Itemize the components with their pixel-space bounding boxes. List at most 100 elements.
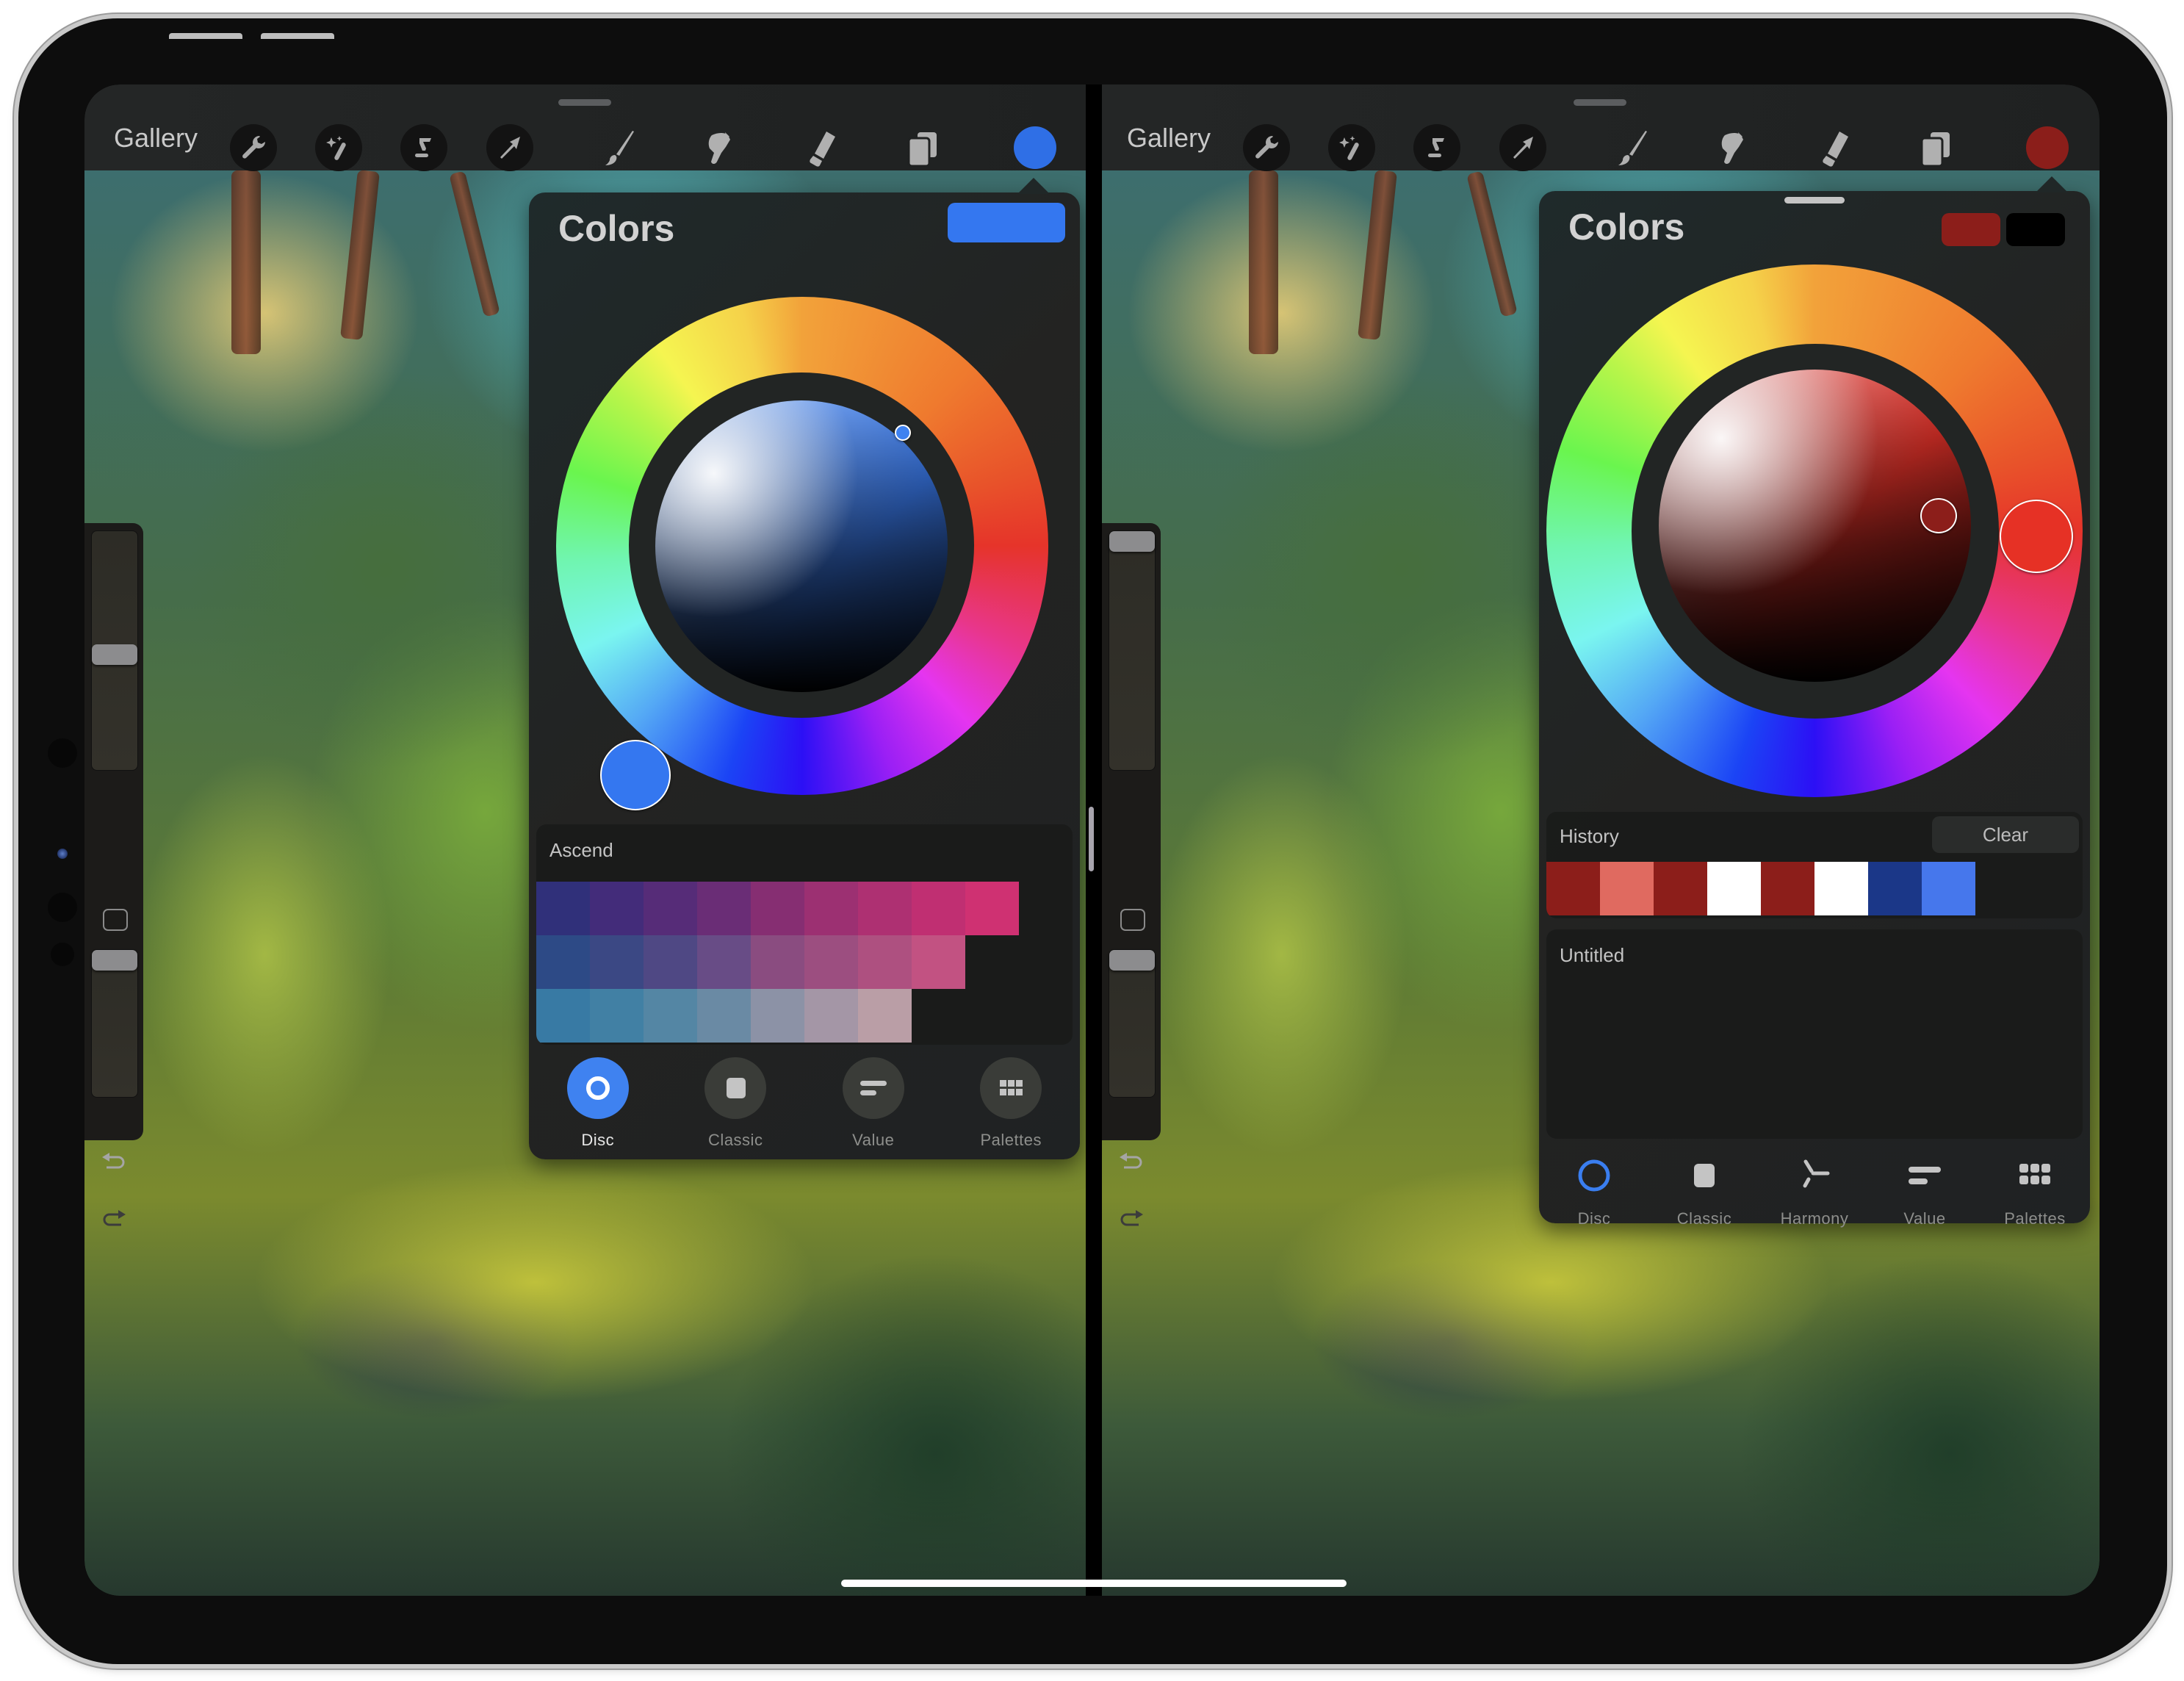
tab-label: Disc	[581, 1131, 615, 1149]
tab-value[interactable]: Value	[822, 1057, 925, 1150]
current-color-swatch[interactable]	[948, 203, 1065, 242]
palette-swatch[interactable]	[858, 989, 912, 1043]
smudge-button[interactable]	[1709, 125, 1756, 172]
tab-palettes[interactable]: Palettes	[959, 1057, 1062, 1150]
brush-size-thumb[interactable]	[92, 644, 137, 666]
sensor	[48, 893, 77, 922]
palette-swatch[interactable]	[912, 935, 965, 989]
actions-button[interactable]	[230, 124, 277, 171]
opacity-thumb[interactable]	[92, 950, 137, 971]
transform-button[interactable]	[486, 124, 533, 171]
secondary-color-swatch[interactable]	[2006, 213, 2065, 246]
redo-icon[interactable]	[99, 1209, 129, 1231]
eraser-button[interactable]	[797, 125, 844, 172]
adjustments-button[interactable]	[1328, 124, 1375, 171]
palette-swatch[interactable]	[644, 882, 697, 935]
popover-grabber[interactable]	[1784, 197, 1845, 204]
split-view-grabber[interactable]	[1574, 99, 1626, 106]
history-swatch[interactable]	[1654, 862, 1707, 915]
brush-button[interactable]	[1608, 125, 1655, 172]
palette-swatch[interactable]	[536, 882, 590, 935]
popover-arrow	[1017, 178, 1050, 194]
actions-button[interactable]	[1243, 124, 1290, 171]
selection-button[interactable]	[1413, 124, 1460, 171]
saturation-brightness-disc[interactable]	[655, 400, 948, 692]
tab-classic[interactable]: Classic	[684, 1057, 787, 1150]
top-toolbar: Gallery	[1102, 84, 2100, 172]
modify-button[interactable]	[1120, 909, 1145, 931]
tab-disc[interactable]: Disc	[547, 1057, 649, 1150]
palette-swatch[interactable]	[858, 882, 912, 935]
palette-swatch[interactable]	[697, 935, 751, 989]
history-swatch[interactable]	[1761, 862, 1814, 915]
palette-swatch[interactable]	[590, 935, 644, 989]
palette-swatch[interactable]	[912, 882, 965, 935]
tab-disc[interactable]: Disc	[1543, 1153, 1646, 1228]
history-swatch[interactable]	[1546, 862, 1600, 915]
color-mode-tabs: Disc Classic Value Palettes	[529, 1057, 1080, 1150]
eraser-button[interactable]	[1810, 125, 1857, 172]
layers-icon	[1920, 132, 1950, 168]
brush-size-slider[interactable]	[1109, 530, 1156, 771]
brush-size-slider[interactable]	[91, 530, 138, 771]
history-swatch[interactable]	[1868, 862, 1922, 915]
tab-value[interactable]: Value	[1873, 1153, 1976, 1228]
split-view-grabber[interactable]	[558, 99, 611, 106]
color-button[interactable]	[2026, 126, 2069, 169]
palette-swatch[interactable]	[590, 989, 644, 1043]
history-label: History	[1560, 825, 1619, 847]
classic-square-icon	[1694, 1164, 1715, 1187]
side-bar	[1102, 523, 1161, 1140]
selection-button[interactable]	[400, 124, 447, 171]
undo-icon[interactable]	[1117, 1151, 1146, 1173]
palette-swatch[interactable]	[804, 882, 858, 935]
palette-swatch[interactable]	[644, 935, 697, 989]
palette-swatch[interactable]	[804, 989, 858, 1043]
hue-knob[interactable]	[600, 740, 671, 810]
brush-button[interactable]	[595, 125, 642, 172]
split-view-divider-handle[interactable]	[1089, 807, 1094, 871]
palette-swatch[interactable]	[697, 989, 751, 1043]
palette-swatch[interactable]	[804, 935, 858, 989]
palette-swatch[interactable]	[697, 882, 751, 935]
palette-swatch[interactable]	[644, 989, 697, 1043]
palette-swatch[interactable]	[751, 882, 804, 935]
saturation-knob[interactable]	[895, 425, 911, 441]
tab-label: Value	[852, 1131, 895, 1149]
redo-icon[interactable]	[1117, 1209, 1146, 1231]
modify-button[interactable]	[103, 909, 128, 931]
layers-button[interactable]	[898, 125, 945, 172]
transform-button[interactable]	[1499, 124, 1546, 171]
history-swatch[interactable]	[1600, 862, 1654, 915]
history-swatch[interactable]	[1814, 862, 1868, 915]
tab-palettes[interactable]: Palettes	[1983, 1153, 2086, 1228]
clear-history-button[interactable]: Clear	[1932, 816, 2079, 853]
home-indicator[interactable]	[841, 1580, 1347, 1587]
gallery-button[interactable]: Gallery	[114, 123, 198, 154]
primary-color-swatch[interactable]	[1942, 213, 2000, 246]
color-button[interactable]	[1014, 126, 1056, 169]
opacity-slider[interactable]	[91, 949, 138, 1098]
gallery-button[interactable]: Gallery	[1127, 123, 1211, 154]
palette-swatch[interactable]	[751, 989, 804, 1043]
saturation-knob[interactable]	[1920, 498, 1957, 533]
smudge-button[interactable]	[696, 125, 743, 172]
history-swatch[interactable]	[1707, 862, 1761, 915]
adjustments-button[interactable]	[315, 124, 362, 171]
tab-harmony[interactable]: Harmony	[1763, 1153, 1866, 1228]
undo-icon[interactable]	[99, 1151, 129, 1173]
history-swatch[interactable]	[1922, 862, 1975, 915]
palette-swatch[interactable]	[751, 935, 804, 989]
palette-swatch[interactable]	[536, 989, 590, 1043]
palette-swatch[interactable]	[536, 935, 590, 989]
tab-classic[interactable]: Classic	[1653, 1153, 1756, 1228]
brush-size-thumb[interactable]	[1109, 531, 1155, 552]
brush-icon	[605, 131, 634, 165]
layers-button[interactable]	[1911, 125, 1958, 172]
palette-swatch[interactable]	[590, 882, 644, 935]
opacity-slider[interactable]	[1109, 949, 1156, 1098]
palette-swatch[interactable]	[858, 935, 912, 989]
palette-swatch[interactable]	[965, 882, 1019, 935]
opacity-thumb[interactable]	[1109, 950, 1155, 971]
hue-knob[interactable]	[2000, 500, 2073, 573]
